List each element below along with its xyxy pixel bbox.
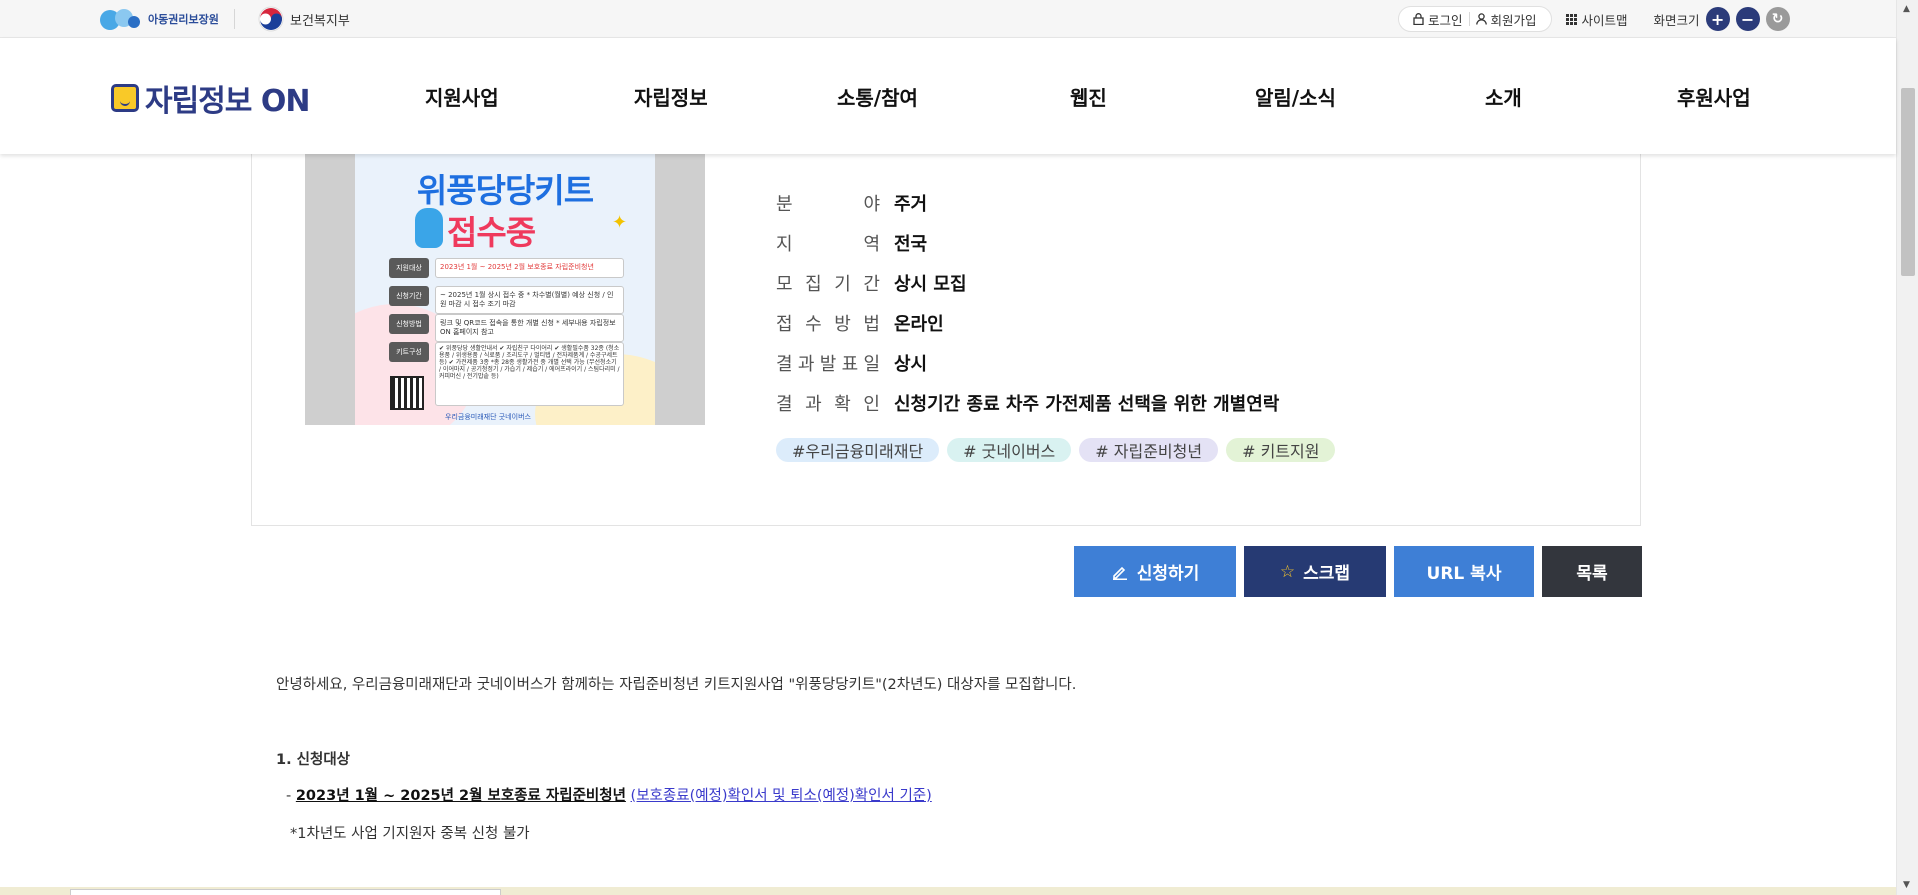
section-title-eligibility: 1. 신청대상 — [276, 752, 351, 768]
info-value: 신청기간 종료 차주 가전제품 선택을 위한 개별연락 — [894, 394, 1280, 415]
font-decrease-button[interactable]: − — [1735, 7, 1760, 31]
top-utility-bar: 아동권리보장원 보건복지부 로그인 회원가입 사이트맵 화면크기 + − ↻ — [0, 0, 1896, 38]
poster-row-text: ✔ 위풍당당 생활안내서 ✔ 자립친구 다이어리 ✔ 생활필수품 32종 (청소… — [435, 342, 624, 406]
info-row: 모집기간 상시 모집 — [776, 263, 1279, 303]
info-value: 상시 모집 — [894, 274, 967, 295]
scroll-down-arrow-icon[interactable]: ▼ — [1903, 880, 1910, 890]
poster-subtitle: 접수중 — [447, 213, 536, 252]
child-rights-logo-icon — [100, 9, 140, 30]
scrap-button[interactable]: ☆ 스크랩 — [1244, 546, 1386, 597]
login-link[interactable]: 로그인 — [1407, 10, 1469, 29]
action-buttons: 신청하기 ☆ 스크랩 URL 복사 목록 — [1074, 546, 1642, 597]
info-label: 접수방법 — [776, 314, 880, 335]
grid-icon — [1565, 13, 1577, 25]
info-label: 모집기간 — [776, 274, 880, 295]
info-row: 분야 주거 — [776, 183, 1279, 223]
tag-woori-foundation[interactable]: #우리금융미래재단 — [776, 438, 940, 462]
tag-good-neighbors[interactable]: # 굿네이버스 — [947, 438, 1072, 462]
tag-kit-support[interactable]: # 키트지원 — [1226, 438, 1336, 462]
font-reset-button[interactable]: ↻ — [1765, 7, 1790, 31]
info-label: 결과발표일 — [776, 354, 880, 375]
account-pill: 로그인 회원가입 — [1398, 6, 1552, 32]
font-increase-button[interactable]: + — [1705, 7, 1730, 31]
sparkle-icon: ✦ — [612, 212, 628, 233]
program-info-list: 분야 주거 지역 전국 모집기간 상시 모집 접수방법 온라인 결과발표일 상시… — [776, 183, 1279, 423]
bottom-popup-edge — [70, 889, 501, 895]
org-logo-ministry[interactable]: 보건복지부 — [258, 6, 350, 32]
nav-support-programs[interactable]: 지원사업 — [425, 82, 499, 111]
poster-row: 신청기간 ~ 2025년 1월 상시 접수 중 * 차수별(월별) 예상 신청 … — [389, 286, 624, 314]
page-scrollbar[interactable]: ▲ ▼ — [1896, 0, 1918, 895]
poster-row: 지원대상 2023년 1월 ~ 2025년 2월 보호종료 자립준비청년 — [389, 258, 624, 278]
nav-about[interactable]: 소개 — [1485, 82, 1522, 111]
utility-menu: 로그인 회원가입 사이트맵 화면크기 + − ↻ — [1398, 6, 1790, 32]
nav-news[interactable]: 알림/소식 — [1255, 82, 1336, 111]
star-icon: ☆ — [1279, 561, 1296, 582]
poster-footer: 우리금융미래재단 굿네이버스 — [445, 413, 531, 421]
apply-label: 신청하기 — [1136, 564, 1200, 584]
login-label: 로그인 — [1428, 12, 1463, 28]
info-label: 결과확인 — [776, 394, 880, 415]
info-row: 지역 전국 — [776, 223, 1279, 263]
poster-row-label: 신청방법 — [389, 314, 429, 334]
font-size-label: 화면크기 — [1653, 12, 1700, 28]
qr-code-icon — [390, 376, 424, 410]
apply-button[interactable]: 신청하기 — [1074, 546, 1236, 597]
poster-title: 위풍당당키트 — [416, 171, 594, 210]
scroll-thumb[interactable] — [1901, 88, 1915, 276]
eligibility-item: - 2023년 1월 ~ 2025년 2월 보호종료 자립준비청년 (보호종료(… — [286, 784, 932, 805]
org1-name: 아동권리보장원 — [148, 13, 219, 26]
info-value: 전국 — [894, 234, 928, 255]
taegeuk-icon — [258, 6, 284, 32]
poster-row: 키트구성 ✔ 위풍당당 생활안내서 ✔ 자립친구 다이어리 ✔ 생활필수품 32… — [389, 342, 624, 406]
item-bullet: - — [286, 788, 296, 804]
sitemap-label: 사이트맵 — [1581, 12, 1628, 28]
org2-name: 보건복지부 — [290, 13, 350, 29]
info-label: 분야 — [776, 194, 880, 215]
info-row: 접수방법 온라인 — [776, 303, 1279, 343]
mascot-icon — [415, 208, 443, 248]
pencil-icon — [1112, 566, 1127, 580]
poster-row-text: ~ 2025년 1월 상시 접수 중 * 차수별(월별) 예상 신청 / 인원 … — [435, 286, 624, 314]
nav-independence-info[interactable]: 자립정보 — [634, 82, 708, 111]
topbar-divider — [234, 9, 235, 29]
eligibility-period: 2023년 1월 ~ 2025년 2월 보호종료 자립준비청년 — [295, 788, 626, 804]
intro-text: 안녕하세요, 우리금융미래재단과 굿네이버스가 함께하는 자립준비청년 키트지원… — [276, 677, 1077, 693]
poster-content: 위풍당당키트 접수중 ✦ 지원대상 2023년 1월 ~ 2025년 2월 보호… — [355, 154, 655, 425]
scrap-label: 스크랩 — [1303, 564, 1351, 584]
poster-row-text: 2023년 1월 ~ 2025년 2월 보호종료 자립준비청년 — [435, 258, 624, 278]
main-nav: 지원사업 자립정보 소통/참여 웹진 알림/소식 소개 후원사업 — [0, 38, 1896, 154]
nav-webzine[interactable]: 웹진 — [1070, 82, 1107, 111]
poster-row-label: 지원대상 — [389, 258, 429, 278]
copy-url-button[interactable]: URL 복사 — [1394, 546, 1534, 597]
tag-youth-independence[interactable]: # 자립준비청년 — [1079, 438, 1219, 462]
info-value: 주거 — [894, 194, 928, 215]
poster-row-text: 링크 및 QR코드 접속을 통한 개별 신청 * 세부내용 자립정보ON 홈페이… — [435, 314, 624, 342]
list-button[interactable]: 목록 — [1542, 546, 1642, 597]
copy-url-label: URL 복사 — [1426, 564, 1502, 584]
scroll-up-arrow-icon[interactable]: ▲ — [1903, 4, 1910, 14]
eligibility-criteria-link[interactable]: (보호종료(예정)확인서 및 퇴소(예정)확인서 기준) — [631, 788, 932, 804]
sitemap-link[interactable]: 사이트맵 — [1565, 10, 1628, 29]
list-label: 목록 — [1576, 564, 1608, 584]
signup-label: 회원가입 — [1490, 12, 1537, 28]
poster-row: 신청방법 링크 및 QR코드 접속을 통한 개별 신청 * 세부내용 자립정보O… — [389, 314, 624, 342]
nav-community[interactable]: 소통/참여 — [837, 82, 918, 111]
info-row: 결과확인 신청기간 종료 차주 가전제품 선택을 위한 개별연락 — [776, 383, 1279, 423]
eligibility-note: *1차년도 사업 기지원자 중복 신청 불가 — [290, 826, 530, 842]
info-value: 온라인 — [894, 314, 944, 335]
lock-icon — [1413, 13, 1424, 25]
program-poster: 위풍당당키트 접수중 ✦ 지원대상 2023년 1월 ~ 2025년 2월 보호… — [305, 154, 705, 425]
user-icon — [1475, 13, 1487, 25]
poster-row-label: 신청기간 — [389, 286, 429, 306]
nav-sponsorship[interactable]: 후원사업 — [1677, 82, 1751, 111]
info-value: 상시 — [894, 354, 928, 375]
info-row: 결과발표일 상시 — [776, 343, 1279, 383]
poster-row-label: 키트구성 — [389, 342, 429, 362]
signup-link[interactable]: 회원가입 — [1470, 10, 1543, 29]
info-label: 지역 — [776, 234, 880, 255]
org-logo-child-rights[interactable]: 아동권리보장원 — [98, 6, 219, 32]
site-header: 자립정보 ON 지원사업 자립정보 소통/참여 웹진 알림/소식 소개 후원사업 — [0, 38, 1896, 154]
tag-list: #우리금융미래재단 # 굿네이버스 # 자립준비청년 # 키트지원 — [776, 438, 1336, 462]
